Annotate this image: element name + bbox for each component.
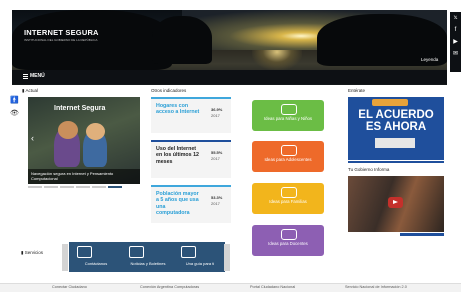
enterate-title: Entérate xyxy=(348,88,366,93)
carousel-dot[interactable] xyxy=(92,186,106,188)
leyenda-link[interactable]: Leyenda xyxy=(421,57,438,62)
menu-button[interactable]: MENÚ xyxy=(30,73,45,79)
youtube-icon[interactable]: ▶ xyxy=(450,36,461,48)
sun-reflection xyxy=(252,50,302,70)
footer-link[interactable]: Portal Ciudadano Nacional xyxy=(250,285,295,289)
indicator-card[interactable]: Hogares con acceso a Internet 36.9% 2017 xyxy=(151,97,231,133)
ideas-familias-button[interactable]: Ideas para Familias xyxy=(252,183,324,214)
idea-label: Ideas para Niñas y Niños xyxy=(263,116,312,121)
indicator-year: 2017 xyxy=(211,156,220,161)
campaign-logo xyxy=(372,99,408,106)
servicio-label: Contáctanos xyxy=(84,261,108,266)
indicadores-title: Otros indicadores xyxy=(151,88,187,93)
enterate-headline[interactable]: EL ACUERDO ES AHORA xyxy=(350,109,442,133)
servicio-label: Noticias y Boletines xyxy=(130,261,166,266)
prev-slide-icon[interactable]: ‹ xyxy=(31,133,34,143)
indicator-year: 2017 xyxy=(211,201,220,206)
character-head xyxy=(58,121,78,139)
servicios-next-arrow[interactable] xyxy=(224,244,230,271)
carousel-indicators xyxy=(28,186,140,189)
footer-link[interactable]: Conectar Ciudadano xyxy=(52,285,87,289)
indicator-label: Uso del Internet en los últimos 12 meses xyxy=(156,146,199,165)
idea-label: Ideas para Adolescentes xyxy=(264,157,312,162)
carousel-dot-active[interactable] xyxy=(108,186,122,188)
gobierno-informa-title: Tu Gobierno Informa xyxy=(348,167,390,172)
indicator-percent: 55.5% xyxy=(211,150,223,155)
tree-silhouette xyxy=(152,16,212,64)
kids-icon xyxy=(281,104,297,115)
indicator-card[interactable]: Población mayor a 5 años que usa una com… xyxy=(151,185,231,223)
hamburger-icon[interactable] xyxy=(23,74,28,79)
indicator-label: Población mayor a 5 años que usa una com… xyxy=(156,191,199,216)
email-icon[interactable]: ✉ xyxy=(450,48,461,60)
servicio-label: Una guía para ti xyxy=(185,261,215,266)
video-underline xyxy=(400,233,444,236)
indicator-card[interactable]: Uso del Internet en los últimos 12 meses… xyxy=(151,140,231,178)
video-player[interactable] xyxy=(348,176,444,232)
social-strip: 𝕩 f ▶ ✉ xyxy=(450,12,461,72)
carousel-dot[interactable] xyxy=(28,186,42,188)
footer-link[interactable]: Servicio Nacional de Información 2.0 xyxy=(345,285,407,289)
ideas-ninos-button[interactable]: Ideas para Niñas y Niños xyxy=(252,100,324,131)
indicator-percent: 36.9% xyxy=(211,107,223,112)
site-brand-subtitle: INSTITUCIONAL DEL GOBIERNO DE LA REPÚBLI… xyxy=(24,38,98,42)
footer-link[interactable]: Conexión Argentina Computadoras xyxy=(140,285,199,289)
book-icon xyxy=(181,246,196,258)
newspaper-icon xyxy=(129,246,144,258)
family-icon xyxy=(281,187,297,198)
indicator-percent: 53.3% xyxy=(211,195,223,200)
accessibility-icon[interactable]: 🚹 xyxy=(10,96,19,104)
slide-title: Internet Segura xyxy=(54,105,106,112)
site-brand[interactable]: INTERNET SEGURA xyxy=(24,28,99,37)
ideas-docentes-button[interactable]: Ideas para Docentes xyxy=(252,225,324,256)
enterate-underline xyxy=(348,161,444,163)
play-icon[interactable] xyxy=(388,197,403,208)
slide-caption[interactable]: Navegación segura en Internet y Pensamie… xyxy=(31,171,131,181)
carousel-dot[interactable] xyxy=(76,186,90,188)
campaign-badge xyxy=(375,138,415,148)
character-head xyxy=(86,123,105,140)
carousel-dot[interactable] xyxy=(44,186,58,188)
servicios-prev-arrow[interactable] xyxy=(62,244,68,271)
idea-label: Ideas para Familias xyxy=(269,199,307,204)
carousel-dot[interactable] xyxy=(60,186,74,188)
teacher-icon xyxy=(281,229,297,240)
teens-icon xyxy=(281,145,297,156)
ideas-adolescentes-button[interactable]: Ideas para Adolescentes xyxy=(252,141,324,172)
people-icon xyxy=(77,246,92,258)
indicator-label: Hogares con acceso a Internet xyxy=(156,103,200,116)
actual-section-title: ▮ Actual xyxy=(22,88,38,93)
actual-carousel[interactable]: Internet Segura ‹ Navegación segura en I… xyxy=(28,97,140,184)
servicio-guia[interactable]: Una guía para ti xyxy=(173,242,225,272)
servicio-contactanos[interactable]: Contáctanos xyxy=(69,242,121,272)
search-icon[interactable]: ⚲ xyxy=(451,72,457,81)
twitter-icon[interactable]: 𝕩 xyxy=(450,12,461,24)
indicator-year: 2017 xyxy=(211,113,220,118)
idea-label: Ideas para Docentes xyxy=(268,241,308,246)
servicios-title: ▮ Servicios xyxy=(21,250,43,255)
servicio-noticias[interactable]: Noticias y Boletines xyxy=(121,242,173,272)
menu-bar xyxy=(12,70,447,84)
facebook-icon[interactable]: f xyxy=(450,24,461,36)
visibility-icon[interactable]: 👁 xyxy=(10,109,19,117)
